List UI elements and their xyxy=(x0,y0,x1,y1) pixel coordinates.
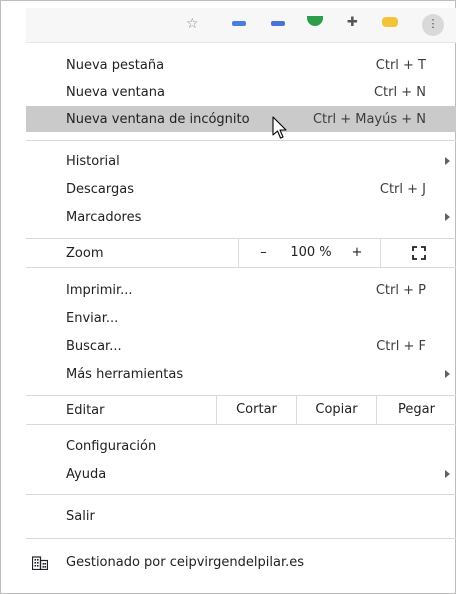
shortcut-label: Ctrl + N xyxy=(373,85,426,100)
shortcut-label: Ctrl + T xyxy=(375,58,426,73)
menu-item-label: Más herramientas xyxy=(66,367,184,382)
menu-item-label: Configuración xyxy=(66,439,157,454)
menu-item-label: Imprimir... xyxy=(66,283,133,298)
menu-item-label: Historial xyxy=(66,154,120,169)
menu-separator xyxy=(26,494,456,495)
menu-item-managed[interactable]: Gestionado por ceipvirgendelpilar.es xyxy=(26,549,456,575)
zoom-row: Zoom – 100 % + xyxy=(26,238,456,268)
extension-green-icon[interactable] xyxy=(307,16,323,26)
zoom-value: 100 % xyxy=(290,245,332,260)
extension-blue2-icon[interactable] xyxy=(271,21,285,26)
submenu-arrow-icon xyxy=(445,470,450,478)
edit-label: Editar xyxy=(66,403,105,418)
fullscreen-button[interactable] xyxy=(380,239,456,267)
managed-label: Gestionado por ceipvirgendelpilar.es xyxy=(66,555,305,570)
menu-item-label: Marcadores xyxy=(66,210,142,225)
menu-item-new-window[interactable]: Nueva ventana Ctrl + N xyxy=(26,79,456,105)
menu-item-exit[interactable]: Salir xyxy=(26,503,456,529)
edit-row: Editar Cortar Copiar Pegar xyxy=(26,395,456,425)
browser-toolbar: ☆ ✚ ⋮ xyxy=(26,8,456,43)
menu-item-incognito[interactable]: Nueva ventana de incógnito Ctrl + Mayús … xyxy=(26,106,456,132)
menu-item-new-tab[interactable]: Nueva pestaña Ctrl + T xyxy=(26,52,456,78)
puzzle-icon[interactable]: ✚ xyxy=(347,15,358,30)
submenu-arrow-icon xyxy=(445,370,450,378)
zoom-label: Zoom xyxy=(66,246,104,261)
shortcut-label: Ctrl + Mayús + N xyxy=(312,112,426,127)
mouse-pointer-icon xyxy=(272,116,287,139)
menu-item-label: Ayuda xyxy=(66,467,107,482)
cut-button[interactable]: Cortar xyxy=(216,396,296,424)
menu-item-label: Nueva ventana xyxy=(66,85,165,100)
extension-yellow-icon[interactable] xyxy=(382,17,398,27)
shortcut-label: Ctrl + J xyxy=(379,182,426,197)
building-icon xyxy=(32,556,48,570)
menu-item-label: Nueva ventana de incógnito xyxy=(66,112,250,127)
shortcut-label: Ctrl + P xyxy=(375,283,426,298)
menu-item-cast[interactable]: Enviar... xyxy=(26,305,456,331)
zoom-out-button[interactable]: – xyxy=(238,239,288,267)
menu-item-label: Salir xyxy=(66,509,95,524)
shortcut-label: Ctrl + F xyxy=(376,339,426,354)
zoom-in-button[interactable]: + xyxy=(334,239,380,267)
submenu-arrow-icon xyxy=(445,213,450,221)
menu-item-label: Descargas xyxy=(66,182,135,197)
paste-button[interactable]: Pegar xyxy=(376,396,456,424)
menu-item-bookmarks[interactable]: Marcadores xyxy=(26,204,456,230)
menu-item-history[interactable]: Historial xyxy=(26,148,456,174)
menu-item-downloads[interactable]: Descargas Ctrl + J xyxy=(26,176,456,202)
fullscreen-icon xyxy=(411,245,426,260)
copy-button[interactable]: Copiar xyxy=(296,396,376,424)
submenu-arrow-icon xyxy=(445,157,450,165)
menu-item-find[interactable]: Buscar... Ctrl + F xyxy=(26,333,456,359)
kebab-menu-icon[interactable]: ⋮ xyxy=(422,14,444,36)
star-icon[interactable]: ☆ xyxy=(186,16,199,32)
menu-item-settings[interactable]: Configuración xyxy=(26,433,456,459)
menu-separator xyxy=(26,140,456,141)
menu-item-label: Enviar... xyxy=(66,311,119,326)
extension-blue-icon[interactable] xyxy=(232,21,246,26)
menu-item-label: Buscar... xyxy=(66,339,122,354)
menu-item-help[interactable]: Ayuda xyxy=(26,461,456,487)
menu-separator xyxy=(26,538,456,539)
menu-item-more-tools[interactable]: Más herramientas xyxy=(26,361,456,387)
menu-item-label: Nueva pestaña xyxy=(66,58,165,73)
menu-item-print[interactable]: Imprimir... Ctrl + P xyxy=(26,277,456,303)
